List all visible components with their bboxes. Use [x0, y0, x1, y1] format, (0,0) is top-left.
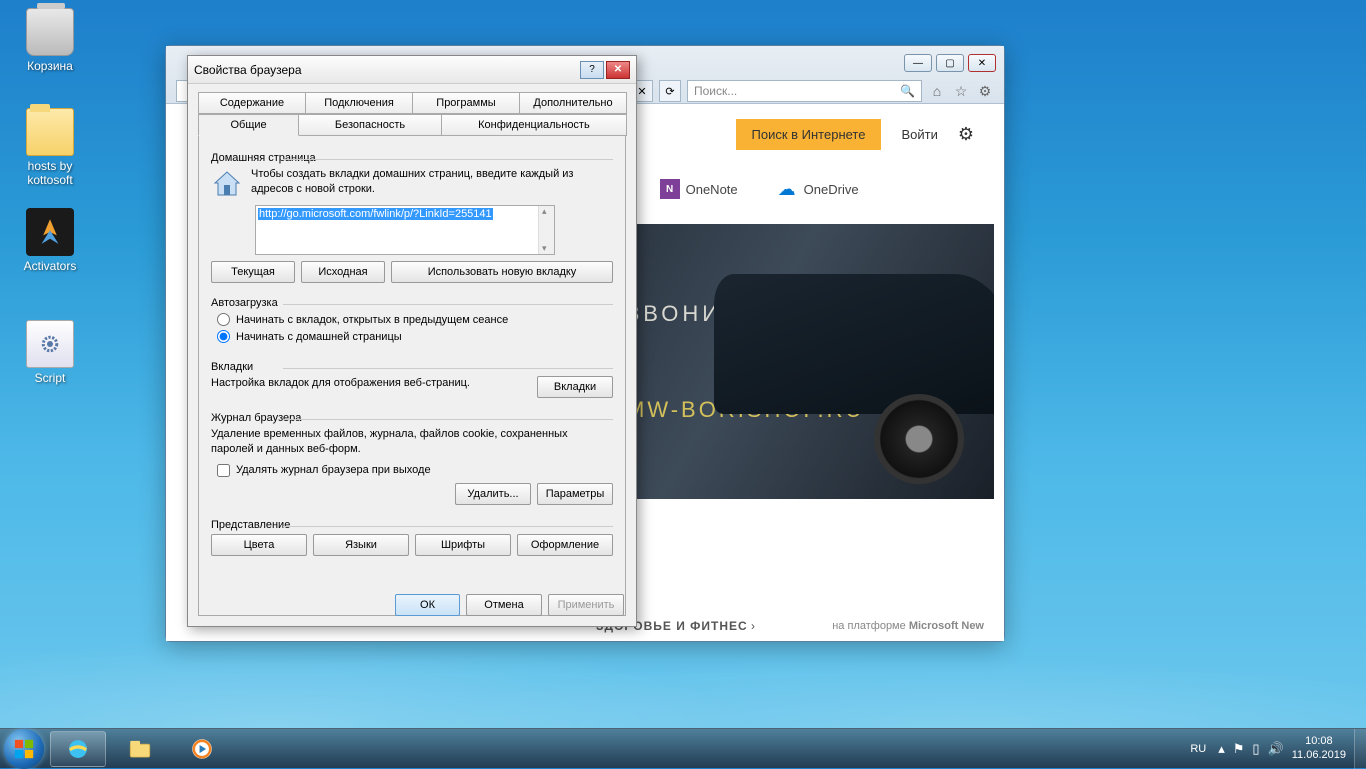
ad-banner[interactable]: ЗВОНИТЕ. MW-BORISHOF.RU [596, 224, 994, 499]
icon-label: Script [12, 371, 88, 385]
cancel-button[interactable]: Отмена [466, 594, 542, 616]
folder-icon [26, 108, 74, 156]
homepage-desc: Чтобы создать вкладки домашних страниц, … [251, 167, 613, 198]
search-input[interactable]: Поиск...🔍 [687, 80, 922, 102]
login-link[interactable]: Войти [901, 127, 937, 142]
radio-start-home[interactable]: Начинать с домашней страницы [217, 330, 613, 343]
history-group-label: Журнал браузера [211, 412, 613, 424]
home-icon [211, 167, 243, 199]
settings-button[interactable]: Параметры [537, 483, 613, 505]
tab-security[interactable]: Безопасность [298, 114, 442, 136]
onedrive-icon: ☁ [778, 179, 798, 199]
dialog-close-button[interactable]: ✕ [606, 61, 630, 79]
favorites-icon[interactable]: ☆ [952, 82, 970, 100]
activators-icon [26, 208, 74, 256]
msn-search-button[interactable]: Поиск в Интернете [736, 119, 882, 150]
appearance-group-label: Представление [211, 519, 613, 531]
language-indicator[interactable]: RU [1186, 741, 1210, 757]
tools-icon[interactable]: ⚙ [976, 82, 994, 100]
taskbar-ie[interactable] [50, 731, 106, 767]
check-delete-on-exit[interactable]: Удалять журнал браузера при выходе [217, 464, 613, 477]
accessibility-button[interactable]: Оформление [517, 534, 613, 556]
taskbar-media-player[interactable] [174, 731, 230, 767]
chevron-right-icon[interactable]: › [751, 619, 755, 633]
home-icon[interactable]: ⌂ [928, 82, 946, 100]
volume-icon[interactable]: 🔊 [1268, 741, 1284, 757]
close-button[interactable]: ✕ [968, 54, 996, 72]
taskbar: RU ▴ ⚑ ▯ 🔊 10:08 11.06.2019 [0, 728, 1366, 768]
scrollbar[interactable] [538, 206, 554, 254]
trash-icon [26, 8, 74, 56]
recycle-bin[interactable]: Корзина [12, 8, 88, 73]
ok-button[interactable]: ОК [395, 594, 460, 616]
msn-settings-icon[interactable]: ⚙ [958, 124, 974, 145]
tab-connections[interactable]: Подключения [305, 92, 413, 114]
onenote-icon: N [660, 179, 680, 199]
use-default-button[interactable]: Исходная [301, 261, 385, 283]
minimize-button[interactable]: — [904, 54, 932, 72]
service-onedrive[interactable]: ☁OneDrive [778, 179, 859, 199]
icon-label: Корзина [12, 59, 88, 73]
startup-group-label: Автозагрузка [211, 297, 613, 309]
homepage-group-label: Домашняя страница [211, 152, 613, 164]
internet-options-dialog: Свойства браузера ? ✕ Содержание Подключ… [187, 55, 637, 627]
tab-advanced[interactable]: Дополнительно [519, 92, 627, 114]
tabs-group-label: Вкладки [211, 361, 613, 373]
show-hidden-icon[interactable]: ▴ [1218, 741, 1225, 757]
tabs-button[interactable]: Вкладки [537, 376, 613, 398]
icon-label: hosts by kottosoft [12, 159, 88, 187]
taskbar-explorer[interactable] [112, 731, 168, 767]
help-button[interactable]: ? [580, 61, 604, 79]
shortcut-activators[interactable]: Activators [12, 208, 88, 273]
tabs-desc: Настройка вкладок для отображения веб-ст… [211, 376, 527, 391]
platform-label: на платформе Microsoft New [832, 620, 984, 632]
service-onenote[interactable]: NOneNote [660, 179, 738, 199]
radio-start-tabs[interactable]: Начинать с вкладок, открытых в предыдуще… [217, 313, 613, 326]
network-icon[interactable]: ▯ [1252, 741, 1259, 757]
show-desktop-button[interactable] [1354, 729, 1366, 769]
history-desc: Удаление временных файлов, журнала, файл… [211, 427, 613, 458]
folder-hosts[interactable]: hosts by kottosoft [12, 108, 88, 187]
languages-button[interactable]: Языки [313, 534, 409, 556]
use-newtab-button[interactable]: Использовать новую вкладку [391, 261, 613, 283]
clock[interactable]: 10:08 11.06.2019 [1292, 735, 1346, 761]
delete-button[interactable]: Удалить... [455, 483, 531, 505]
fonts-button[interactable]: Шрифты [415, 534, 511, 556]
car-image [694, 234, 994, 494]
colors-button[interactable]: Цвета [211, 534, 307, 556]
use-current-button[interactable]: Текущая [211, 261, 295, 283]
refresh-button[interactable]: ⟳ [659, 80, 681, 102]
apply-button[interactable]: Применить [548, 594, 624, 616]
start-button[interactable] [4, 729, 44, 769]
tab-programs[interactable]: Программы [412, 92, 520, 114]
tab-general[interactable]: Общие [198, 114, 299, 136]
icon-label: Activators [12, 259, 88, 273]
dialog-titlebar[interactable]: Свойства браузера ? ✕ [188, 56, 636, 84]
maximize-button[interactable]: ▢ [936, 54, 964, 72]
shortcut-script[interactable]: Script [12, 320, 88, 385]
action-center-icon[interactable]: ⚑ [1233, 741, 1245, 757]
homepage-url-input[interactable]: http://go.microsoft.com/fwlink/p/?LinkId… [255, 205, 555, 255]
tab-content[interactable]: Содержание [198, 92, 306, 114]
gear-icon [26, 320, 74, 368]
tab-privacy[interactable]: Конфиденциальность [441, 114, 627, 136]
dialog-title: Свойства браузера [194, 63, 580, 77]
